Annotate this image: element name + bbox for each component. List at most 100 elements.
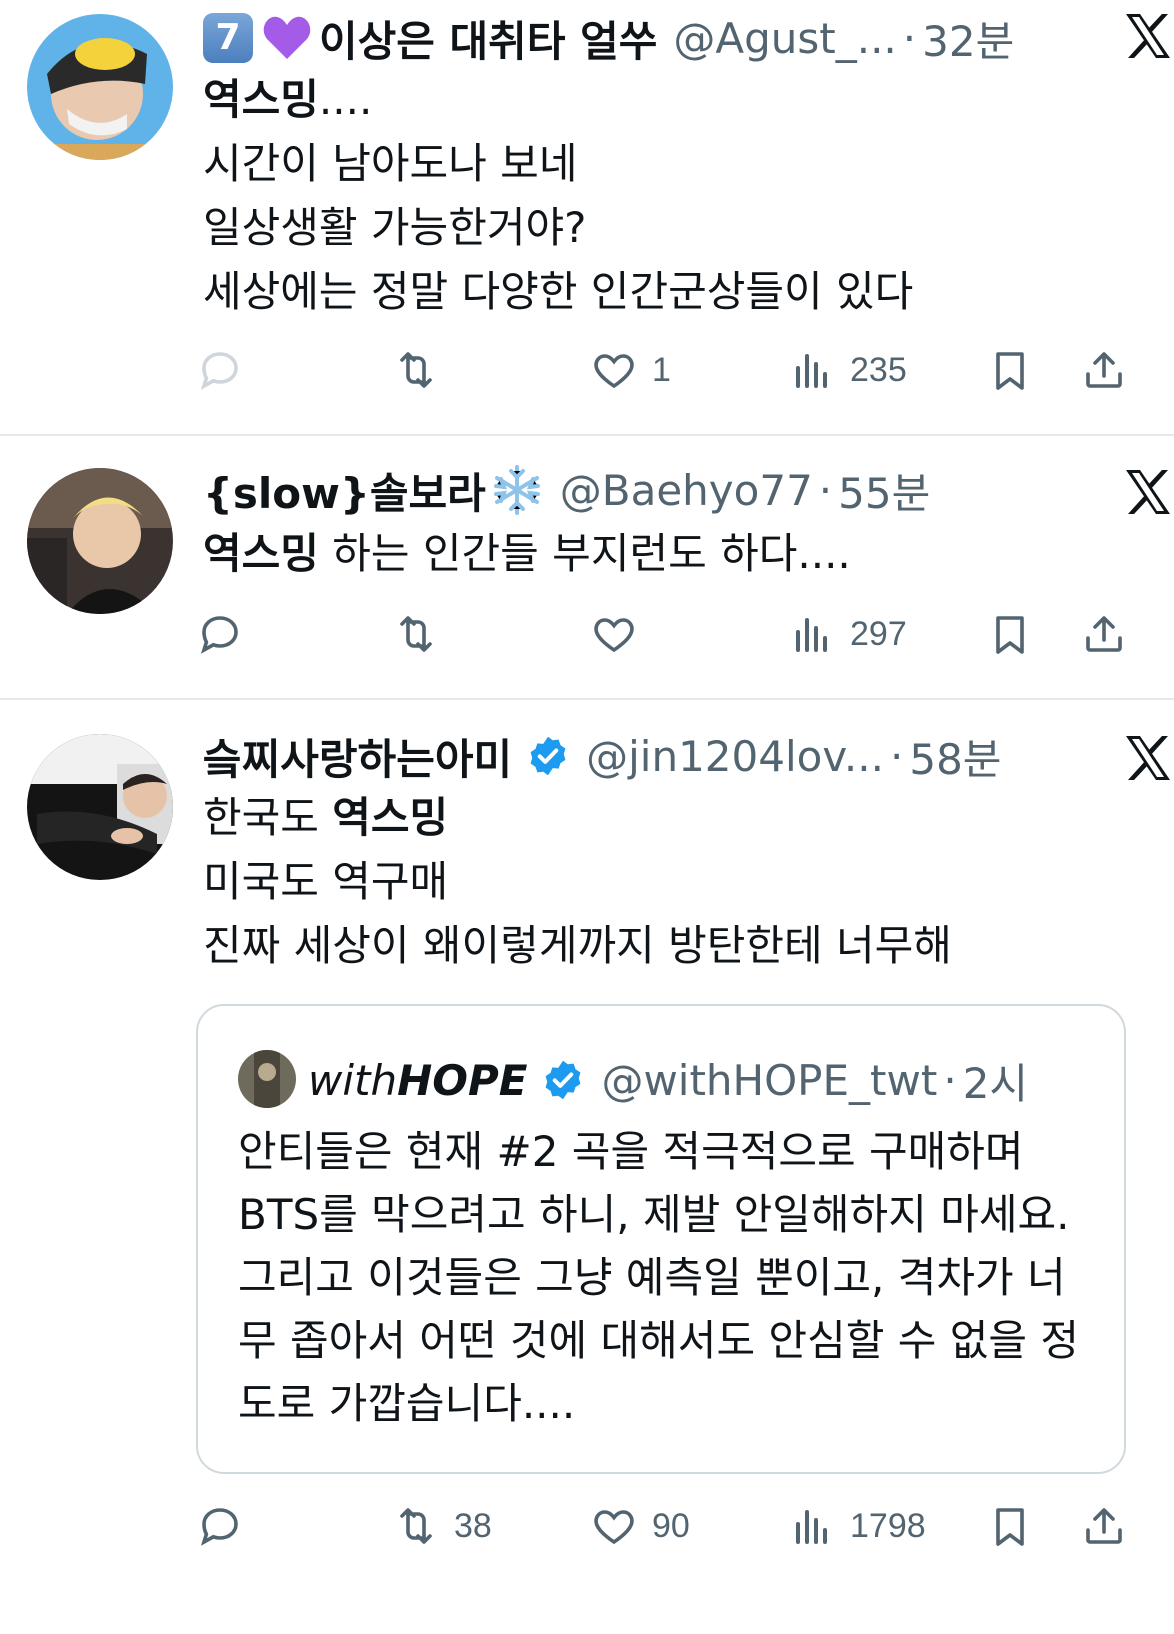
tweet-header: 슼찌사랑하는아미 @jin1204lov... · 58분 — [203, 726, 1001, 786]
tweet-1[interactable]: 7 이상은 대취타 얼쑤 @Agust_... · 32분 역스밍.... 시간… — [0, 0, 1174, 434]
tweet-text: 역스밍.... 시간이 남아도나 보네 일상생활 가능한거야? 세상에는 정말 … — [203, 68, 913, 324]
quote-name-bold: HOPE — [397, 1055, 528, 1105]
quote-text: 안티들은 현재 #2 곡을 적극적으로 구매하며 BTS를 막으려고 하니, 제… — [238, 1127, 1079, 1428]
views-count: 297 — [850, 614, 907, 653]
views-button[interactable]: 297 — [788, 604, 907, 664]
tweet-line: 일상생활 가능한거야? — [203, 203, 587, 252]
snowflake-emoji — [493, 465, 540, 515]
share-button[interactable] — [1080, 1496, 1128, 1556]
views-bar-icon — [796, 618, 827, 652]
tweet-line: 진짜 세상이 왜이렇게까지 방탄한테 너무해 — [203, 921, 952, 970]
heart-icon — [594, 354, 634, 389]
share-button[interactable] — [1080, 604, 1128, 664]
bold-keyword: 역스밍 — [203, 75, 319, 124]
timestamp[interactable]: 55분 — [838, 460, 930, 521]
reply-bubble-icon — [200, 352, 238, 390]
heart-icon — [594, 1510, 634, 1545]
avatar-image — [27, 734, 173, 880]
tweet-line: 미국도 역구매 — [203, 857, 449, 906]
quote-header: withHOPE @withHOPE_twt · 2시 — [308, 1050, 1028, 1110]
user-handle[interactable]: @Baehyo77 — [560, 466, 813, 515]
like-button[interactable]: 1 — [590, 340, 671, 400]
views-count: 1798 — [850, 1506, 926, 1545]
views-bar-icon — [796, 354, 827, 388]
verified-badge-icon — [546, 1060, 581, 1100]
reply-bubble-icon — [200, 616, 238, 654]
x-logo-icon — [1122, 466, 1174, 518]
share-icon — [1086, 616, 1122, 652]
x-logo-icon — [1122, 10, 1174, 62]
share-icon — [1086, 352, 1122, 388]
bookmark-icon — [996, 1508, 1024, 1546]
like-button[interactable] — [590, 604, 638, 664]
like-count: 1 — [652, 350, 671, 389]
user-handle[interactable]: @Agust_... — [673, 14, 896, 63]
action-bar: 1 235 — [0, 340, 1174, 400]
share-button[interactable] — [1080, 340, 1128, 400]
purple-heart-emoji — [263, 16, 311, 60]
reply-button[interactable] — [196, 604, 244, 664]
tweet-line: 역스밍.... — [203, 68, 913, 132]
views-bar-icon — [796, 1510, 827, 1544]
display-name[interactable]: 이상은 대취타 얼쑤 — [319, 8, 657, 69]
views-count: 235 — [850, 350, 907, 389]
separator-dot: · — [902, 13, 917, 63]
tweet-2[interactable]: {slow}솔보라 @Baehyo77 · 55분 역스밍 하는 인간들 부지런… — [0, 436, 1174, 698]
tweet-3[interactable]: 슼찌사랑하는아미 @jin1204lov... · 58분 한국도 역스밍 미국… — [0, 700, 1174, 1634]
avatar-image — [27, 468, 173, 614]
separator-dot: · — [889, 731, 904, 781]
quote-display-name[interactable]: withHOPE — [308, 1056, 527, 1105]
timestamp[interactable]: 32분 — [922, 8, 1014, 69]
quote-user-handle[interactable]: @withHOPE_twt — [601, 1056, 937, 1105]
retweet-icon — [400, 616, 432, 652]
tweet-text: 역스밍 하는 인간들 부지런도 하다.... — [203, 522, 851, 586]
x-logo-icon — [1122, 732, 1174, 784]
tweet-header: 7 이상은 대취타 얼쑤 @Agust_... · 32분 — [203, 8, 1014, 68]
keycap-seven-emoji: 7 — [203, 13, 253, 63]
quote-name-light: with — [308, 1055, 398, 1105]
separator-dot: · — [818, 465, 833, 515]
bookmark-button[interactable] — [986, 340, 1034, 400]
action-bar: 38 90 1798 — [0, 1496, 1174, 1556]
reply-button[interactable] — [196, 340, 244, 400]
retweet-button[interactable] — [392, 604, 440, 664]
bold-keyword: 역스밍 — [203, 529, 319, 578]
line-text: .... — [318, 75, 373, 124]
user-handle[interactable]: @jin1204lov... — [586, 732, 884, 781]
quote-timestamp[interactable]: 2시 — [963, 1050, 1028, 1111]
timestamp[interactable]: 58분 — [909, 726, 1001, 787]
line-text: 한국도 — [203, 793, 333, 842]
like-count: 90 — [652, 1506, 690, 1545]
retweet-button[interactable]: 38 — [392, 1496, 492, 1556]
avatar-image — [238, 1050, 296, 1108]
reply-button[interactable] — [196, 1496, 244, 1556]
share-icon — [1086, 1508, 1122, 1544]
avatar[interactable] — [27, 468, 173, 614]
bold-keyword: 역스밍 — [332, 793, 449, 842]
tweet-header: {slow}솔보라 @Baehyo77 · 55분 — [203, 460, 930, 520]
bookmark-icon — [996, 616, 1024, 654]
retweet-button[interactable] — [392, 340, 440, 400]
quote-avatar[interactable] — [238, 1050, 296, 1108]
tweet-text: 한국도 역스밍 미국도 역구매 진짜 세상이 왜이렇게까지 방탄한테 너무해 — [203, 786, 952, 978]
views-button[interactable]: 1798 — [788, 1496, 926, 1556]
bookmark-button[interactable] — [986, 1496, 1034, 1556]
heart-icon — [594, 618, 634, 653]
line-text: 하는 인간들 부지런도 하다.... — [318, 529, 851, 578]
tweet-line: 세상에는 정말 다양한 인간군상들이 있다 — [203, 267, 914, 316]
avatar[interactable] — [27, 734, 173, 880]
avatar[interactable] — [27, 14, 173, 160]
retweet-icon — [400, 352, 432, 388]
like-button[interactable]: 90 — [590, 1496, 690, 1556]
retweet-count: 38 — [454, 1506, 492, 1545]
avatar-image — [27, 14, 173, 160]
separator-dot: · — [943, 1055, 957, 1105]
quoted-tweet[interactable]: withHOPE @withHOPE_twt · 2시 안티들은 현재 #2 곡… — [196, 1004, 1126, 1474]
views-button[interactable]: 235 — [788, 340, 907, 400]
display-name[interactable]: {slow}솔보라 — [203, 460, 486, 521]
action-bar: 297 — [0, 604, 1174, 664]
bookmark-button[interactable] — [986, 604, 1034, 664]
display-name[interactable]: 슼찌사랑하는아미 — [203, 726, 512, 787]
bookmark-icon — [996, 352, 1024, 390]
verified-badge-icon — [530, 736, 566, 776]
